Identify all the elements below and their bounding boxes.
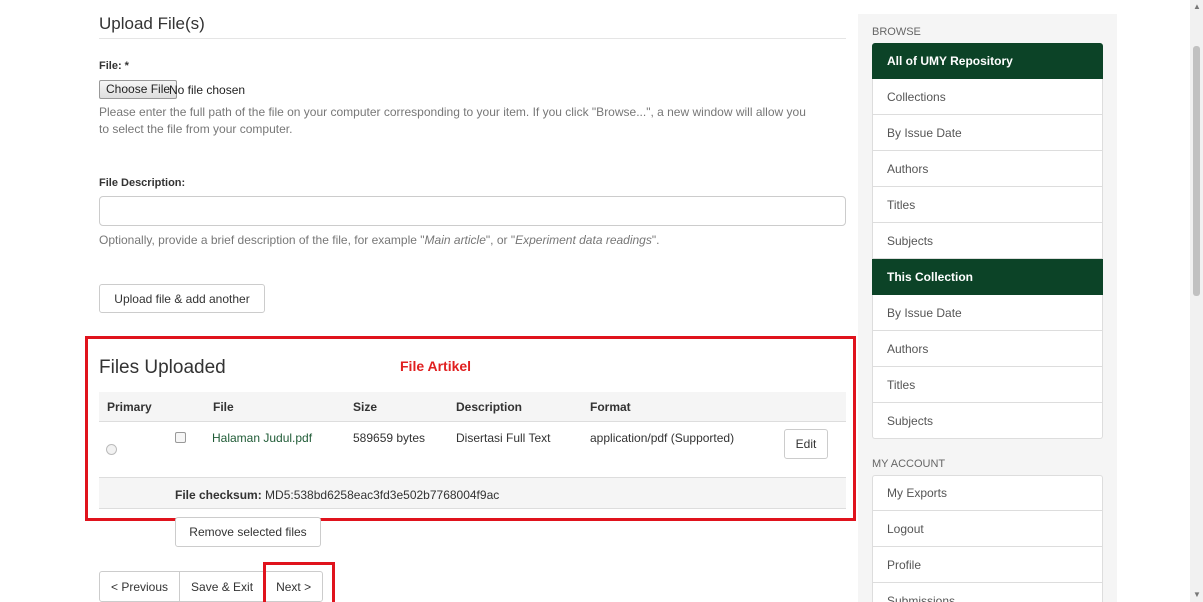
sidebar-item-by-issue-date[interactable]: By Issue Date — [872, 115, 1103, 151]
help-example-1: Main article — [424, 233, 486, 247]
annotation-box-files — [85, 336, 856, 521]
previous-button[interactable]: < Previous — [99, 571, 181, 602]
sidebar: BROWSE All of UMY Repository Collections… — [858, 14, 1117, 602]
browse-header: BROWSE — [872, 26, 921, 38]
scroll-down-arrow-icon[interactable]: ▼ — [1193, 590, 1201, 599]
sidebar-item-submissions[interactable]: Submissions — [872, 583, 1103, 602]
upload-add-another-button[interactable]: Upload file & add another — [99, 284, 265, 313]
divider — [99, 38, 846, 39]
file-description-input[interactable] — [99, 196, 846, 226]
description-help: Optionally, provide a brief description … — [99, 232, 849, 249]
upload-title: Upload File(s) — [99, 14, 205, 33]
help-prefix: Optionally, provide a brief description … — [99, 233, 425, 247]
page-scrollbar[interactable]: ▲ ▼ — [1190, 0, 1203, 602]
sidebar-item-collection-subjects[interactable]: Subjects — [872, 403, 1103, 439]
sidebar-item-logout[interactable]: Logout — [872, 511, 1103, 547]
description-label: File Description: — [99, 177, 186, 189]
sidebar-item-this-collection[interactable]: This Collection — [872, 259, 1103, 295]
sidebar-item-all-repository[interactable]: All of UMY Repository — [872, 43, 1103, 79]
sidebar-item-titles[interactable]: Titles — [872, 187, 1103, 223]
remove-selected-button[interactable]: Remove selected files — [175, 517, 321, 547]
account-header: MY ACCOUNT — [872, 458, 946, 470]
help-suffix: ". — [651, 233, 660, 247]
choose-file-button[interactable]: Choose File — [99, 80, 178, 99]
sidebar-item-profile[interactable]: Profile — [872, 547, 1103, 583]
scroll-thumb[interactable] — [1193, 46, 1200, 296]
save-exit-button[interactable]: Save & Exit — [179, 571, 266, 602]
scroll-up-arrow-icon[interactable]: ▲ — [1193, 2, 1201, 11]
no-file-text: No file chosen — [169, 83, 246, 97]
browse-list: All of UMY Repository Collections By Iss… — [872, 43, 1103, 439]
sidebar-item-collection-authors[interactable]: Authors — [872, 331, 1103, 367]
sidebar-item-collection-titles[interactable]: Titles — [872, 367, 1103, 403]
sidebar-item-subjects[interactable]: Subjects — [872, 223, 1103, 259]
file-help-line-2: to select the file from your computer. — [99, 122, 293, 136]
sidebar-item-my-exports[interactable]: My Exports — [872, 475, 1103, 511]
sidebar-item-authors[interactable]: Authors — [872, 151, 1103, 187]
annotation-box-next — [263, 562, 335, 602]
account-list: My Exports Logout Profile Submissions — [872, 475, 1103, 602]
help-mid: ", or " — [485, 233, 516, 247]
sidebar-item-collection-by-issue-date[interactable]: By Issue Date — [872, 295, 1103, 331]
file-label: File: * — [99, 60, 129, 72]
file-help-line-1: Please enter the full path of the file o… — [99, 105, 806, 119]
sidebar-item-collections[interactable]: Collections — [872, 79, 1103, 115]
help-example-2: Experiment data readings — [515, 233, 652, 247]
